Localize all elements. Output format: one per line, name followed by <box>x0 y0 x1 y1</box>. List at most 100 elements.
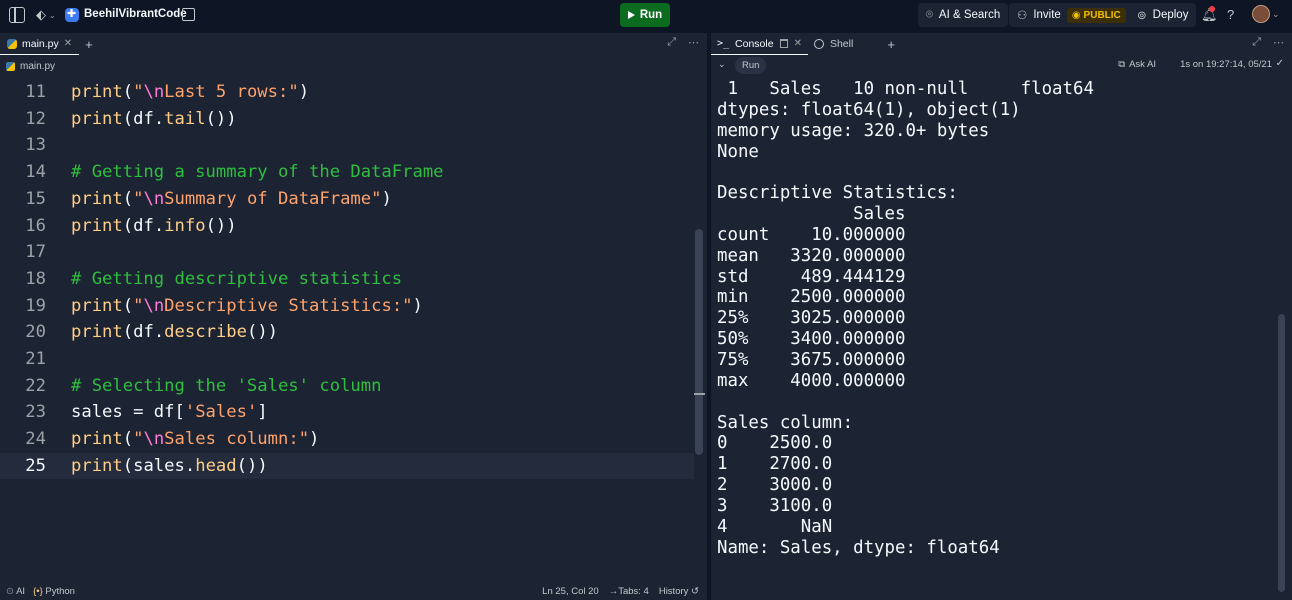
tab-console[interactable]: >_ Console ✕ <box>711 33 808 55</box>
ai-icon: ⌾ <box>926 8 933 21</box>
tab-shell[interactable]: Shell <box>808 33 859 55</box>
code-token: " <box>133 295 144 316</box>
console-run-button[interactable]: Run <box>735 57 767 74</box>
ai-icon: ⊙ <box>6 586 14 597</box>
console-line: count 10.000000 <box>717 224 906 245</box>
code-token: ( <box>122 429 134 450</box>
history-label: History <box>658 586 689 597</box>
code-line[interactable]: 18 # Getting descriptive statistics <box>0 266 694 293</box>
code-line[interactable]: 14 # Getting a summary of the DataFrame <box>0 159 694 186</box>
more-options-icon[interactable]: ⋯ <box>1273 36 1284 49</box>
code-token: [ <box>174 402 185 423</box>
code-token: ()) <box>205 215 237 236</box>
code-token: print <box>71 322 123 343</box>
code-token: print <box>71 295 123 316</box>
maximize-icon[interactable]: ⤢ <box>667 36 676 49</box>
history-button[interactable]: History ↺ <box>659 586 699 597</box>
code-token: \n <box>143 188 165 209</box>
code-text: print(df.describe()) <box>71 319 278 346</box>
maximize-icon[interactable]: ⤢ <box>1252 36 1261 49</box>
ask-ai-button[interactable]: ⧉ Ask AI <box>1118 59 1156 70</box>
new-tab-icon[interactable]: + <box>85 37 93 52</box>
repl-info-icon[interactable] <box>182 8 195 21</box>
new-tab-icon[interactable]: + <box>887 37 895 52</box>
code-token: ] <box>257 402 268 423</box>
line-number: 16 <box>25 215 46 236</box>
ai-search-button[interactable]: ⌾ AI & Search <box>918 3 1009 27</box>
avatar[interactable] <box>1252 5 1270 23</box>
console-line: mean 3320.000000 <box>717 245 906 266</box>
add-user-icon: ⚇ <box>1017 10 1028 22</box>
console-line: 1 2700.0 <box>717 454 833 475</box>
code-line[interactable]: 16 print(df.info()) <box>0 213 694 240</box>
invite-button[interactable]: ⚇ Invite ◉ PUBLIC <box>1009 3 1134 27</box>
console-line: 25% 3025.000000 <box>717 308 906 329</box>
ai-status-label: AI <box>16 586 26 597</box>
console-line: max 4000.000000 <box>717 370 906 391</box>
console-line: 2 3000.0 <box>717 475 833 496</box>
code-text: print(sales.head()) <box>71 453 268 480</box>
code-line[interactable]: 19 print("\nDescriptive Statistics:") <box>0 293 694 320</box>
console-line: Sales <box>717 204 906 225</box>
editor-scrollbar[interactable] <box>695 229 703 455</box>
code-token: df <box>133 322 154 343</box>
editor-tabbar: main.py ✕ + ⤢ ⋯ <box>0 33 707 55</box>
close-icon[interactable]: ✕ <box>64 38 72 49</box>
code-token: " <box>133 82 144 102</box>
breadcrumb-file[interactable]: main.py <box>20 61 55 72</box>
ai-status[interactable]: ⊙ AI <box>6 586 25 597</box>
console-line: 3 3100.0 <box>717 495 833 516</box>
console-line: 1 Sales 10 non-null float64 <box>717 79 1094 99</box>
tabs-setting[interactable]: →Tabs: 4 <box>609 586 649 597</box>
code-line[interactable]: 22 # Selecting the 'Sales' column <box>0 373 694 400</box>
scrollbar-position-marker <box>694 393 705 395</box>
tab-main-py[interactable]: main.py ✕ <box>0 33 80 55</box>
code-token: ( <box>122 295 134 316</box>
code-token: print <box>71 108 123 129</box>
code-token: print <box>71 82 123 102</box>
close-icon[interactable]: ✕ <box>794 38 802 49</box>
code-token: # Selecting the 'Sales' column <box>71 375 382 396</box>
code-editor[interactable]: 11 print("\nLast 5 rows:") 12 print(df.tail… <box>0 76 694 582</box>
chevron-down-icon[interactable]: ⌄ <box>718 59 726 70</box>
deploy-icon: ⊚ <box>1137 10 1147 22</box>
code-text: print("\nDescriptive Statistics:") <box>71 293 423 320</box>
code-line[interactable]: 24 print("\nSales column:") <box>0 426 694 453</box>
line-number: 24 <box>25 429 46 450</box>
trash-icon[interactable] <box>779 39 788 48</box>
code-text: sales = df['Sales'] <box>71 399 268 426</box>
code-line[interactable]: 15 print("\nSummary of DataFrame") <box>0 186 694 213</box>
code-line[interactable]: 17 <box>0 239 694 266</box>
code-line[interactable]: 21 <box>0 346 694 373</box>
editor-statusbar: ⊙ AI {•} Python Ln 25, Col 20 →Tabs: 4 H… <box>0 583 707 600</box>
code-line[interactable]: 11 print("\nLast 5 rows:") <box>0 79 694 106</box>
code-token: . <box>153 108 165 129</box>
workspace-switcher[interactable]: ⬖ ⌄ <box>36 7 56 23</box>
code-token: sales <box>133 455 185 476</box>
code-line[interactable]: 12 print(df.tail()) <box>0 106 694 133</box>
repl-name[interactable]: BeehilVibrantCode <box>84 8 187 20</box>
code-text: print("\nSummary of DataFrame") <box>71 186 392 213</box>
sidebar-toggle-icon[interactable] <box>9 7 25 23</box>
deploy-button[interactable]: ⊚ Deploy <box>1129 3 1197 27</box>
help-icon[interactable]: ? <box>1227 7 1234 22</box>
more-options-icon[interactable]: ⋯ <box>688 36 699 49</box>
code-line[interactable]: 13 <box>0 132 694 159</box>
line-number: 12 <box>25 108 46 129</box>
code-token: \n <box>143 429 165 450</box>
code-token: . <box>153 322 165 343</box>
code-token: . <box>184 455 196 476</box>
code-token: . <box>153 215 165 236</box>
code-line[interactable]: 20 print(df.describe()) <box>0 319 694 346</box>
run-button[interactable]: Run <box>620 3 670 27</box>
code-line[interactable]: 25 print(sales.head()) <box>0 452 694 480</box>
chevron-down-icon[interactable]: ⌄ <box>1272 9 1280 20</box>
language-status[interactable]: {•} Python <box>33 586 75 597</box>
code-line[interactable]: 23 sales = df['Sales'] <box>0 399 694 426</box>
shell-icon <box>813 39 824 49</box>
console-scrollbar[interactable] <box>1278 314 1285 592</box>
console-line: 0 2500.0 <box>717 433 833 454</box>
cursor-position[interactable]: Ln 25, Col 20 <box>542 586 599 597</box>
code-token: describe <box>164 322 247 343</box>
console-line: 4 NaN <box>717 516 833 537</box>
